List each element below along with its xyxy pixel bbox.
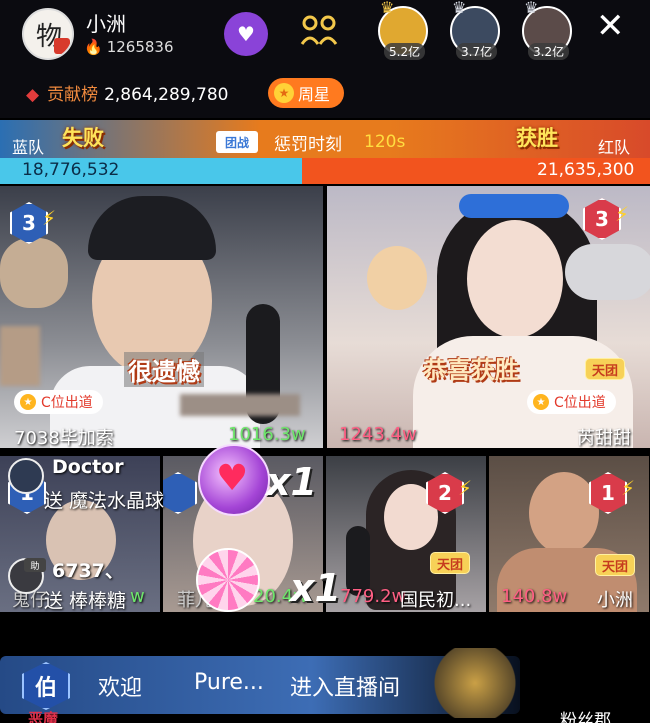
- tian-tuan-badge: 天团: [585, 358, 626, 380]
- pk-phase: 惩罚时刻: [274, 134, 342, 155]
- team-battle-icon: 团战: [216, 131, 258, 153]
- host-name[interactable]: 小洲: [86, 8, 126, 37]
- crown-icon: ♛: [452, 0, 467, 17]
- contrib-label: 贡献榜: [47, 85, 99, 105]
- bolt-icon: ⚡: [458, 476, 473, 500]
- streamer-name: 小洲: [597, 590, 633, 611]
- streamer-score: 140.8w: [501, 586, 568, 607]
- blue-result: 失败: [62, 126, 104, 150]
- host-avatar[interactable]: 物: [22, 8, 74, 60]
- viewer-amount: 3.2亿: [528, 43, 570, 60]
- gift-notification: 助 6737、 送 棒棒糖 x1: [0, 548, 341, 622]
- streamer-name: 7038毕加索: [14, 428, 114, 448]
- stream-big-left[interactable]: 3 ⚡ 很遗憾 ★ C位出道 7038毕加索 1016.3w: [0, 186, 323, 448]
- pug-sticker: [0, 238, 68, 308]
- host-fans-count: 1265836: [106, 38, 174, 56]
- streamer-score: 779.2w: [340, 586, 407, 607]
- red-score: 21,635,300: [537, 160, 635, 180]
- crown-headpiece: [459, 194, 569, 218]
- blurred-region: [180, 394, 300, 416]
- top-viewer-1[interactable]: ♛ 5.2亿: [378, 0, 428, 60]
- viewer-amount: 5.2亿: [384, 43, 426, 60]
- contrib-value: 2,864,289,780: [104, 85, 229, 105]
- pk-result-overlay: 恭喜获胜: [423, 356, 519, 384]
- streamer-face: [467, 220, 563, 338]
- fan-club-label[interactable]: 粉丝郡: [560, 706, 611, 723]
- streamer-cap: [88, 196, 216, 260]
- bolt-icon: ⚡: [615, 202, 630, 226]
- welcome-action: 进入直播间: [290, 676, 401, 701]
- streamer-name: 芮甜甜: [577, 428, 631, 448]
- stream-small-3[interactable]: 2 ⚡ 天团 779.2w 国民初...: [326, 456, 486, 612]
- lollipop-gift-icon: [196, 548, 260, 612]
- diamond-icon: ◆: [26, 85, 40, 105]
- heart-icon: ♥: [216, 458, 249, 499]
- stream-big-right[interactable]: 3 ⚡ 恭喜获胜 天团 ★ C位出道 1243.4w 芮甜甜: [327, 186, 650, 448]
- tiger-mount-icon: [430, 648, 520, 718]
- welcome-banner: 伯 欢迎 Pure... 进入直播间: [0, 648, 520, 718]
- stream-small-4[interactable]: 1 ⚡ 天团 140.8w 小洲: [489, 456, 649, 612]
- gift-count: x1: [266, 460, 317, 504]
- heart-icon: ♥: [237, 22, 255, 46]
- streamer-score: 1243.4w: [339, 424, 417, 445]
- gift-notification: Doctor 送 魔法水晶球 ♥ x1: [0, 444, 340, 520]
- close-button[interactable]: ✕: [596, 6, 625, 46]
- c-position-badge: ★ C位出道: [527, 390, 616, 414]
- gift-description: 送 魔法水晶球: [44, 490, 165, 512]
- streamer-score: 1016.3w: [228, 424, 306, 445]
- mic-link-icon[interactable]: [300, 14, 340, 48]
- flame-icon: 🔥: [84, 38, 103, 56]
- tian-tuan-badge: 天团: [595, 554, 636, 576]
- top-viewer-2[interactable]: ♛ 3.7亿: [450, 0, 500, 60]
- pk-result-overlay: 很遗憾: [124, 352, 204, 387]
- bolt-icon: ⚡: [42, 206, 57, 230]
- red-team-label: 红队: [598, 138, 631, 157]
- toy-bird: [367, 246, 427, 310]
- weekly-star-label: 周星: [298, 85, 331, 104]
- blurred-region: [0, 326, 40, 386]
- gift-sender-name: 6737、: [52, 560, 124, 582]
- host-fans: 🔥 1265836: [84, 38, 174, 56]
- star-icon: ★: [20, 394, 36, 410]
- weekly-star-button[interactable]: ★ 周星: [268, 78, 344, 108]
- bolt-icon: ⚡: [621, 476, 636, 500]
- gift-description: 送 棒棒糖: [44, 590, 127, 612]
- blue-score: 18,776,532: [22, 160, 120, 180]
- room-header: 物 小洲 🔥 1265836 ♥ ♛ 5.2亿 ♛ 3.7亿 ♛ 3.2亿 ✕ ◆…: [0, 0, 650, 118]
- pk-timer: 120s: [364, 132, 406, 152]
- assist-tag: 助: [24, 558, 46, 572]
- avatar-badge: [54, 38, 70, 54]
- contribution-rank[interactable]: ◆ 贡献榜 2,864,289,780: [26, 80, 228, 105]
- crown-icon: ♛: [524, 0, 539, 17]
- streamer-name: 国民初...: [400, 590, 472, 611]
- gift-sender-avatar: [8, 458, 44, 494]
- follow-button[interactable]: ♥: [224, 12, 268, 56]
- mic-stand: [565, 244, 650, 300]
- crown-icon: ♛: [380, 0, 395, 17]
- top-viewer-3[interactable]: ♛ 3.2亿: [522, 0, 572, 60]
- noble-badge-icon: 伯: [22, 662, 70, 710]
- blue-team-label: 蓝队: [12, 138, 45, 157]
- gift-count: x1: [290, 566, 341, 610]
- bottom-left-text: 恶魔: [28, 710, 59, 723]
- welcome-label: 欢迎: [98, 676, 143, 701]
- red-result: 获胜: [516, 126, 558, 150]
- gift-sender-name: Doctor: [52, 456, 124, 478]
- c-position-badge: ★ C位出道: [14, 390, 103, 414]
- star-icon: ★: [274, 83, 294, 103]
- pk-status: 团战 惩罚时刻 120s: [216, 128, 448, 156]
- pk-battle-bar: 蓝队 失败 团战 惩罚时刻 120s 获胜 红队 18,776,532 21,6…: [0, 120, 650, 184]
- star-icon: ★: [533, 394, 549, 410]
- welcome-user[interactable]: Pure...: [194, 670, 264, 695]
- tian-tuan-badge: 天团: [430, 552, 471, 574]
- viewer-amount: 3.7亿: [456, 43, 498, 60]
